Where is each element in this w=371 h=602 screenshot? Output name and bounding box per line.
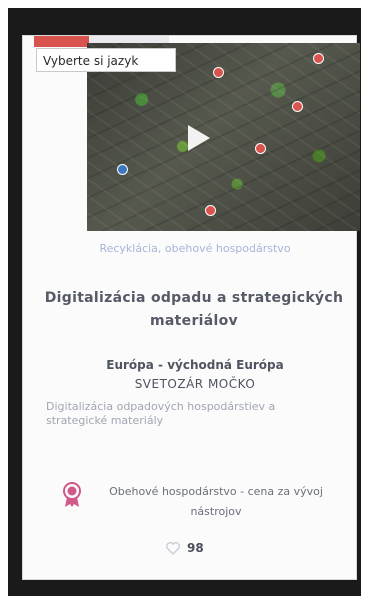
map-pin — [205, 205, 216, 216]
project-description: Digitalizácia odpadových hospodárstiev a… — [46, 400, 276, 427]
like-count: 98 — [187, 541, 204, 555]
award-text: Obehové hospodárstvo - cena za vývoj nás… — [109, 485, 323, 518]
map-pin — [255, 143, 266, 154]
region-label: Európa - východná Európa — [106, 358, 284, 372]
map-pin — [292, 101, 303, 112]
map-pin — [213, 67, 224, 78]
play-icon[interactable] — [180, 121, 214, 155]
project-title[interactable]: Digitalizácia odpadu a strategických mat… — [44, 287, 344, 333]
like-counter[interactable]: 98 — [165, 538, 225, 558]
heart-icon[interactable] — [165, 540, 181, 556]
language-selector[interactable]: Vyberte si jazyk — [36, 48, 176, 72]
medal-icon — [63, 482, 81, 507]
map-pin — [313, 53, 324, 64]
award-badge: Obehové hospodárstvo - cena za vývoj nás… — [62, 478, 352, 518]
category-label[interactable]: Recyklácia, obehové hospodárstvo — [34, 242, 356, 255]
accent-bar-red — [34, 36, 89, 47]
map-pin — [117, 164, 128, 175]
author-name: SVETOZÁR MOČKO — [134, 377, 256, 391]
